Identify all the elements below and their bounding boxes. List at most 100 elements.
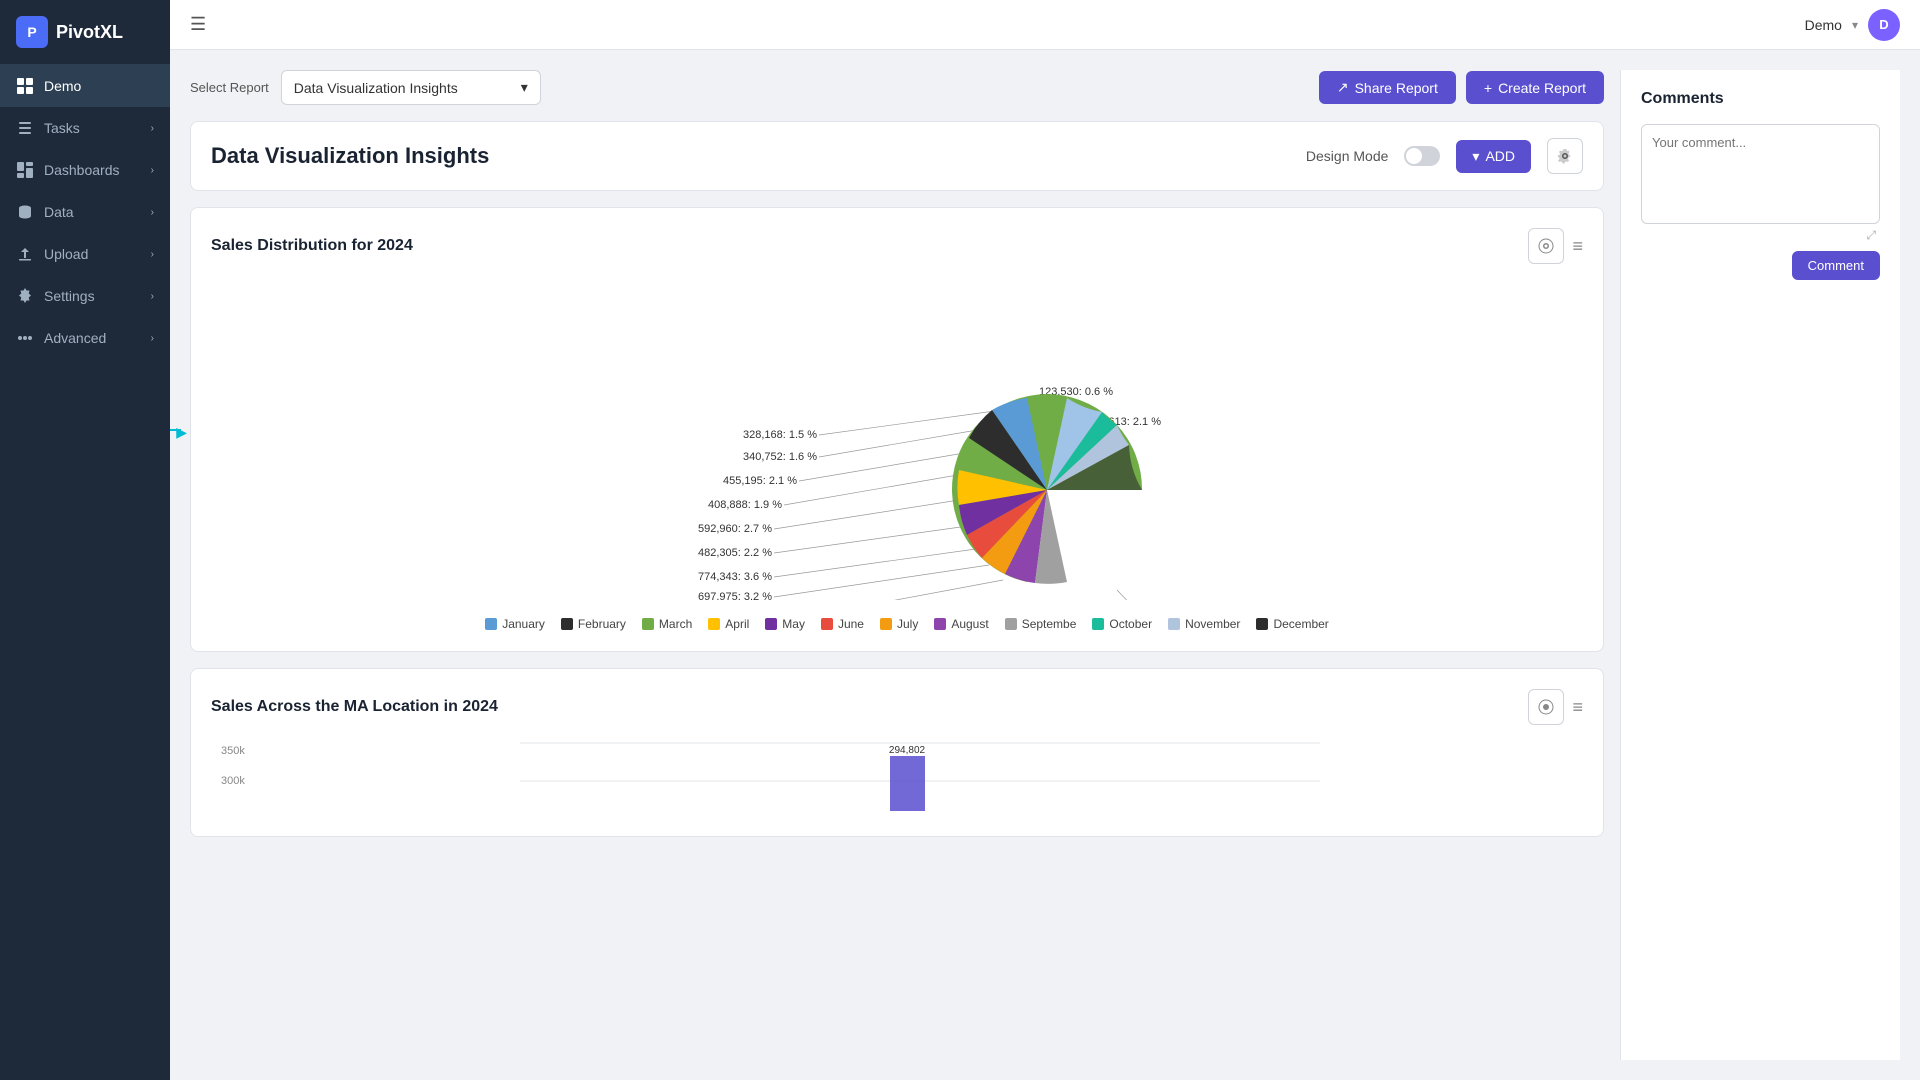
june-label: June — [838, 617, 864, 631]
pie-settings-button[interactable] — [1528, 228, 1564, 264]
august-color — [934, 618, 946, 630]
user-menu[interactable]: Demo — [1805, 17, 1842, 33]
svg-text:482,305: 2.2 %: 482,305: 2.2 % — [698, 547, 772, 559]
main-area: ☰ Demo ▾ D Select Report Data Visualizat… — [170, 0, 1920, 1080]
sidebar-settings-label: Settings — [44, 288, 141, 304]
comments-panel: Comments ⤢ Comment — [1620, 70, 1900, 1060]
gear-icon — [1538, 699, 1554, 715]
settings-arrow-icon: › — [151, 291, 154, 302]
plus-icon: + — [1484, 80, 1492, 96]
report-dropdown-value: Data Visualization Insights — [294, 80, 458, 96]
tasks-icon — [16, 119, 34, 137]
sidebar-item-dashboards[interactable]: Dashboards › — [0, 149, 170, 191]
report-settings-button[interactable] — [1547, 138, 1583, 174]
add-button[interactable]: ▾ ADD — [1456, 140, 1531, 173]
menu-icon[interactable]: ☰ — [190, 14, 206, 35]
march-label: March — [659, 617, 692, 631]
svg-text:408,888: 1.9 %: 408,888: 1.9 % — [708, 499, 782, 511]
add-arrow-icon: ▾ — [1472, 148, 1479, 165]
gear-icon — [1557, 148, 1573, 164]
settings-icon — [16, 287, 34, 305]
sidebar-item-tasks[interactable]: Tasks › — [0, 107, 170, 149]
y-label-300k: 300k — [221, 775, 257, 787]
july-color — [880, 618, 892, 630]
share-icon: ↗ — [1337, 79, 1349, 96]
sidebar-item-settings[interactable]: Settings › — [0, 275, 170, 317]
pie-chart-actions: ≡ — [1528, 228, 1583, 264]
pie-chart-header: Sales Distribution for 2024 ≡ — [211, 228, 1583, 264]
sidebar-tasks-label: Tasks — [44, 120, 141, 136]
sidebar-dashboards-label: Dashboards — [44, 162, 141, 178]
logo-text: PivotXL — [56, 22, 123, 43]
legend-june: June — [821, 617, 864, 631]
legend-november: November — [1168, 617, 1240, 631]
advanced-arrow-icon: › — [151, 333, 154, 344]
pie-menu-button[interactable]: ≡ — [1572, 228, 1583, 264]
october-label: October — [1109, 617, 1152, 631]
avatar[interactable]: D — [1868, 9, 1900, 41]
svg-text:294,802: 294,802 — [889, 745, 926, 756]
comment-input[interactable] — [1641, 124, 1880, 224]
tour-arrow-icon: ▶ — [176, 424, 187, 441]
comment-footer: ⤢ — [1641, 228, 1880, 243]
report-header: Data Visualization Insights Design Mode … — [190, 121, 1604, 191]
sidebar-item-demo[interactable]: Demo — [0, 65, 170, 107]
sidebar-logo: P PivotXL — [0, 0, 170, 65]
january-label: January — [502, 617, 545, 631]
legend-december: December — [1256, 617, 1328, 631]
topbar-right: Demo ▾ D — [1805, 9, 1900, 41]
svg-text:328,168: 1.5 %: 328,168: 1.5 % — [743, 429, 817, 441]
bar-settings-button[interactable] — [1528, 689, 1564, 725]
december-color — [1256, 618, 1268, 630]
legend-august: August — [934, 617, 988, 631]
y-axis-labels: 350k 300k — [221, 741, 257, 787]
bar-chart-body: 350k 300k 294,802 — [211, 741, 1583, 826]
tour-arrow-line: ▶ — [170, 429, 181, 431]
resize-icon: ⤢ — [1866, 228, 1876, 243]
legend-may: May — [765, 617, 805, 631]
bar-chart-title: Sales Across the MA Location in 2024 — [211, 698, 498, 716]
design-mode-label: Design Mode — [1306, 148, 1389, 164]
report-actions: ↗ Share Report + Create Report — [1319, 71, 1604, 104]
april-color — [708, 618, 720, 630]
february-color — [561, 618, 573, 630]
svg-text:340,752: 1.6 %: 340,752: 1.6 % — [743, 451, 817, 463]
sidebar-upload-label: Upload — [44, 246, 141, 262]
sidebar-item-upload[interactable]: Upload › — [0, 233, 170, 275]
sales-pie-card: 1 ▶ Sales Distribution for 2024 ≡ — [190, 207, 1604, 652]
share-report-button[interactable]: ↗ Share Report — [1319, 71, 1456, 104]
y-label-350k: 350k — [221, 745, 257, 757]
design-mode-toggle[interactable] — [1404, 146, 1440, 166]
august-label: August — [951, 617, 988, 631]
dropdown-chevron-icon: ▾ — [521, 79, 528, 96]
sidebar-demo-label: Demo — [44, 78, 154, 94]
comment-submit-row: Comment — [1641, 251, 1880, 280]
topbar-left: ☰ — [190, 14, 206, 35]
data-arrow-icon: › — [151, 207, 154, 218]
may-label: May — [782, 617, 805, 631]
select-report-label: Select Report — [190, 80, 269, 95]
bar-chart-plot: 294,802 — [267, 741, 1573, 826]
report-header-right: Design Mode ▾ ADD — [1306, 138, 1583, 174]
report-dropdown[interactable]: Data Visualization Insights ▾ — [281, 70, 541, 105]
bar-menu-button[interactable]: ≡ — [1572, 689, 1583, 725]
grid-icon — [16, 77, 34, 95]
svg-text:697,975: 3.2 %: 697,975: 3.2 % — [698, 591, 772, 600]
tasks-arrow-icon: › — [151, 123, 154, 134]
september-label: Septembe — [1022, 617, 1077, 631]
sidebar-item-advanced[interactable]: Advanced › — [0, 317, 170, 359]
june-color — [821, 618, 833, 630]
gear-icon — [1538, 238, 1554, 254]
sidebar-item-data[interactable]: Data › — [0, 191, 170, 233]
upload-arrow-icon: › — [151, 249, 154, 260]
toggle-knob — [1406, 148, 1422, 164]
march-color — [642, 618, 654, 630]
tour-indicator: 1 ▶ — [170, 429, 181, 431]
comment-button[interactable]: Comment — [1792, 251, 1880, 280]
pie-legend: January February March April — [465, 617, 1329, 631]
content-main: Select Report Data Visualization Insight… — [190, 70, 1604, 1060]
october-color — [1092, 618, 1104, 630]
september-color — [1005, 618, 1017, 630]
bar-chart-header: Sales Across the MA Location in 2024 ≡ — [211, 689, 1583, 725]
create-report-button[interactable]: + Create Report — [1466, 71, 1604, 104]
